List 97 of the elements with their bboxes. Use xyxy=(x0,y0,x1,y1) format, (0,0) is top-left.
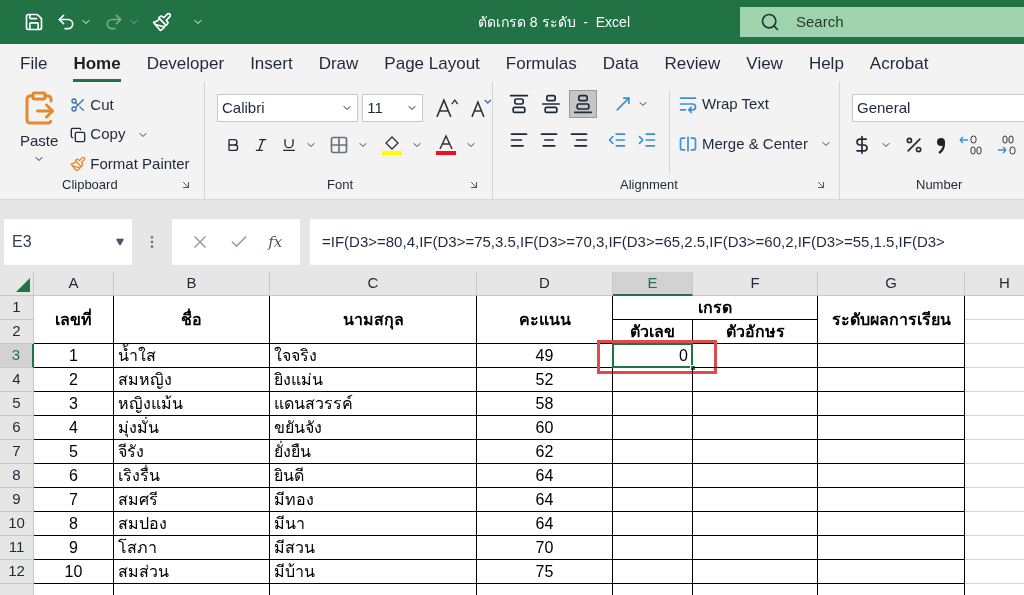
row-header[interactable]: 9 xyxy=(0,488,34,512)
menu-tab[interactable]: View xyxy=(746,44,783,82)
column-heading: เกรด xyxy=(613,296,818,320)
table-cell: 3 xyxy=(34,392,114,416)
group-label: Number xyxy=(916,176,963,195)
menu-tab[interactable]: Draw xyxy=(318,44,359,82)
table-cell: สมส่วน xyxy=(114,560,270,584)
column-header[interactable]: G xyxy=(818,272,965,296)
column-heading: คะแนน xyxy=(477,296,613,344)
row-header[interactable]: 4 xyxy=(0,368,34,392)
menu-tab[interactable]: Developer xyxy=(146,44,225,82)
column-header[interactable]: H xyxy=(965,272,1024,296)
table-cell: 8 xyxy=(34,512,114,536)
table-cell: ยั่งยืน xyxy=(270,440,477,464)
font-name-dropdown[interactable]: Calibri xyxy=(217,94,359,122)
table-cell: สมหญิง xyxy=(114,368,270,392)
table-cell: แดนสวรรค์ xyxy=(270,392,477,416)
column-header[interactable]: B xyxy=(114,272,270,296)
row-header[interactable]: 6 xyxy=(0,416,34,440)
table-cell: 4 xyxy=(34,416,114,440)
column-heading: ตัวเลข xyxy=(613,320,693,344)
table-cell: 75 xyxy=(477,560,613,584)
table-cell: 64 xyxy=(477,512,613,536)
table-cell: ขยันจัง xyxy=(270,416,477,440)
row-header[interactable]: 8 xyxy=(0,464,34,488)
merge-center-button[interactable]: Merge & Center xyxy=(678,130,808,158)
wrap-text-button[interactable]: Wrap Text xyxy=(678,90,832,118)
column-heading: ชื่อ xyxy=(114,296,270,344)
table-cell: โสภา xyxy=(114,536,270,560)
table-cell: มีทอง xyxy=(270,488,477,512)
menu-tab[interactable]: Insert xyxy=(250,44,293,82)
table-cell: สมปอง xyxy=(114,512,270,536)
column-header[interactable]: F xyxy=(693,272,818,296)
insert-function-button[interactable]: fx xyxy=(268,230,283,254)
menu-tab[interactable]: File xyxy=(20,44,48,82)
menu-tab[interactable]: Page Layout xyxy=(384,44,480,82)
column-header[interactable]: C xyxy=(270,272,477,296)
column-header[interactable]: A xyxy=(34,272,114,296)
menu-tab[interactable]: Data xyxy=(602,44,639,82)
table-cell: มุ่งมั่น xyxy=(114,416,270,440)
column-heading: ตัวอักษร xyxy=(693,320,818,344)
name-box[interactable]: E3 xyxy=(4,219,132,265)
format-painter-button[interactable]: Format Painter xyxy=(70,152,190,175)
column-heading: ระดับผลการเรียน xyxy=(818,296,965,344)
menu-tab[interactable]: Help xyxy=(808,44,844,82)
table-cell: มีนา xyxy=(270,512,477,536)
table-cell: มีบ้าน xyxy=(270,560,477,584)
paste-button[interactable]: Paste xyxy=(20,90,59,174)
table-cell: 58 xyxy=(477,392,613,416)
menu-tab[interactable]: Review xyxy=(664,44,721,82)
group-label: Font xyxy=(327,176,353,195)
table-cell: ยินดี xyxy=(270,464,477,488)
table-cell: มีสวน xyxy=(270,536,477,560)
table-cell: 7 xyxy=(34,488,114,512)
row-header[interactable]: 11 xyxy=(0,536,34,560)
table-cell: ใจจริง xyxy=(270,344,477,368)
formula-field[interactable]: =IF(D3>=80,4,IF(D3>=75,3.5,IF(D3>=70,3,IF(D3>=65,2.5,IF(D3>=60,2,IF(D3>=55,1.5,IF(D3> xyxy=(310,219,1024,265)
row-header[interactable]: 10 xyxy=(0,512,34,536)
group-label: Alignment xyxy=(620,176,678,195)
row-header[interactable]: 12 xyxy=(0,560,34,584)
table-cell: 49 xyxy=(477,344,613,368)
table-cell: 64 xyxy=(477,488,613,512)
table-cell: 10 xyxy=(34,560,114,584)
row-header[interactable]: 1 xyxy=(0,296,34,320)
column-header[interactable]: E xyxy=(613,272,693,296)
number-format-dropdown[interactable]: General xyxy=(852,94,1024,122)
row-header[interactable]: 7 xyxy=(0,440,34,464)
table-cell: เริงรื่น xyxy=(114,464,270,488)
group-label: Clipboard xyxy=(62,176,118,195)
table-cell: 64 xyxy=(477,464,613,488)
font-size-dropdown[interactable]: 11 xyxy=(362,94,423,122)
cut-button[interactable]: Cut xyxy=(70,94,190,117)
window-title: ตัดเกรด 8 ระดับ - Excel xyxy=(477,12,630,32)
table-cell: 52 xyxy=(477,368,613,392)
menu-tab[interactable]: Formulas xyxy=(505,44,577,82)
table-cell: 70 xyxy=(477,536,613,560)
table-cell: 9 xyxy=(34,536,114,560)
row-header[interactable]: 3 xyxy=(0,344,34,368)
table-cell: 1 xyxy=(34,344,114,368)
column-header[interactable]: D xyxy=(477,272,613,296)
search-field[interactable]: Search xyxy=(740,7,1024,37)
menu-tab[interactable]: Acrobat xyxy=(869,44,929,82)
row-header[interactable]: 5 xyxy=(0,392,34,416)
table-cell: 62 xyxy=(477,440,613,464)
table-cell: 60 xyxy=(477,416,613,440)
copy-button[interactable]: Copy xyxy=(70,122,126,147)
table-cell: จีรัง xyxy=(114,440,270,464)
table-cell: น้ำใส xyxy=(114,344,270,368)
table-cell: สมศรี xyxy=(114,488,270,512)
table-cell: 2 xyxy=(34,368,114,392)
table-cell: ยิงแม่น xyxy=(270,368,477,392)
table-cell: หญิงแม้น xyxy=(114,392,270,416)
table-cell: 6 xyxy=(34,464,114,488)
table-cell: 0 xyxy=(613,344,693,368)
column-heading: นามสกุล xyxy=(270,296,477,344)
table-cell: 5 xyxy=(34,440,114,464)
row-header[interactable]: 2 xyxy=(0,320,34,344)
